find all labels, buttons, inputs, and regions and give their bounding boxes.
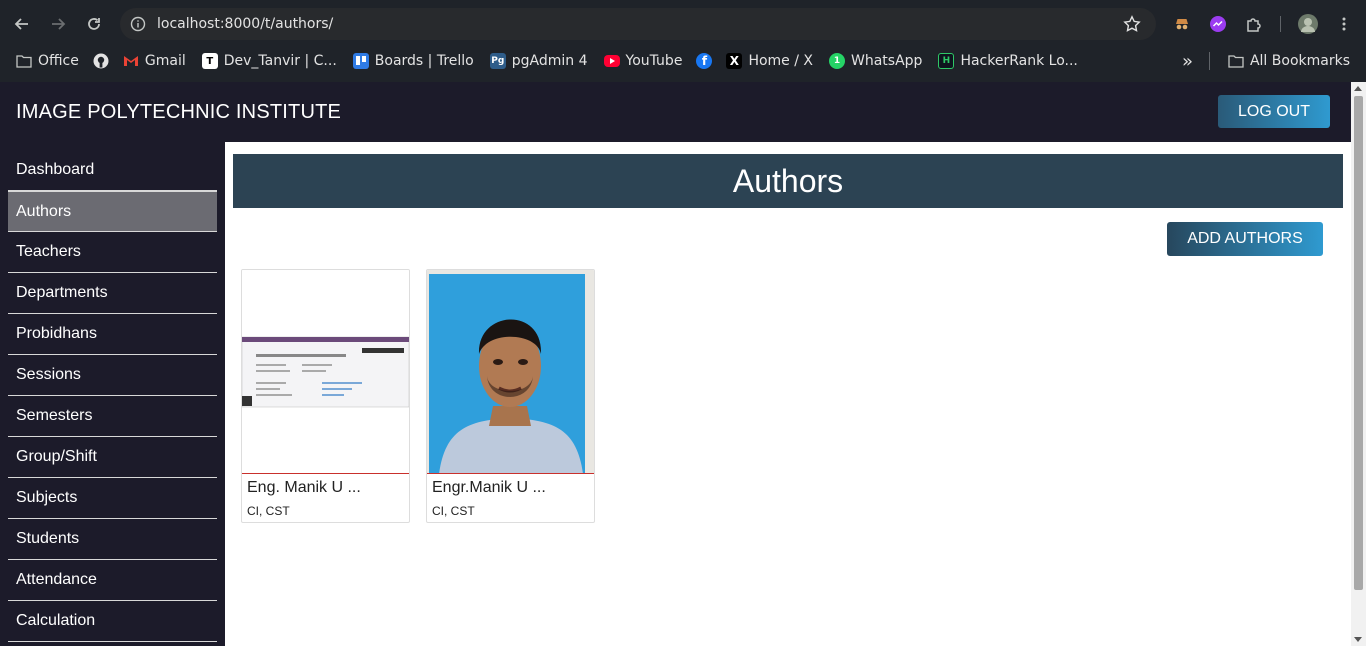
scrollbar-thumb[interactable]: [1354, 96, 1363, 590]
sidebar-item-attendance[interactable]: Attendance: [8, 560, 217, 601]
folder-icon: [16, 53, 32, 69]
main-content: Authors ADD AUTHORS Eng. Manik U ... CI,…: [225, 142, 1351, 646]
brand-title: IMAGE POLYTECHNIC INSTITUTE: [16, 100, 342, 123]
bookmark-x[interactable]: X Home / X: [718, 47, 821, 75]
sidebar-item-authors[interactable]: Authors: [8, 191, 217, 232]
sidebar-item-semesters[interactable]: Semesters: [8, 396, 217, 437]
bookmark-office[interactable]: Office: [8, 47, 87, 75]
add-authors-button[interactable]: ADD AUTHORS: [1167, 222, 1323, 256]
sidebar-item-subjects[interactable]: Subjects: [8, 478, 217, 519]
back-arrow-icon: [14, 18, 28, 30]
facebook-icon: f: [696, 53, 713, 69]
profile-avatar-icon[interactable]: [1292, 8, 1324, 40]
messenger-extension-icon[interactable]: [1202, 8, 1234, 40]
youtube-icon: [603, 55, 620, 67]
author-name: Engr.Manik U ...: [432, 479, 546, 496]
browser-toolbar: localhost:8000/t/authors/: [0, 4, 1366, 44]
sidebar-item-students[interactable]: Students: [8, 519, 217, 560]
sidebar-item-sessions[interactable]: Sessions: [8, 355, 217, 396]
author-role: CI, CST: [432, 504, 475, 518]
bookmark-gmail[interactable]: Gmail: [115, 47, 194, 75]
browser-menu-icon[interactable]: [1328, 8, 1360, 40]
reload-icon: [88, 18, 100, 30]
author-card[interactable]: Eng. Manik U ... CI, CST: [241, 269, 410, 523]
bookmarks-bar: Office Gmail T Dev_Tanvir | C... Boards …: [0, 44, 1366, 78]
forward-button[interactable]: [40, 6, 76, 42]
author-photo-screenshot: [242, 270, 409, 474]
site-info-icon[interactable]: [128, 14, 148, 34]
bookmark-pgadmin[interactable]: Pg pgAdmin 4: [482, 47, 596, 75]
author-role: CI, CST: [247, 504, 290, 518]
dev-icon: T: [201, 53, 218, 69]
bookmark-youtube[interactable]: YouTube: [596, 47, 691, 75]
author-card[interactable]: Engr.Manik U ... CI, CST: [426, 269, 595, 523]
back-button[interactable]: [4, 6, 40, 42]
sidebar-item-calculation[interactable]: Calculation: [8, 601, 217, 642]
sidebar-item-group-shift[interactable]: Group/Shift: [8, 437, 217, 478]
author-photo-portrait: [427, 270, 594, 474]
gmail-icon: [123, 53, 139, 69]
bookmark-github[interactable]: [87, 47, 115, 75]
bookmark-trello[interactable]: Boards | Trello: [345, 47, 482, 75]
bookmark-whatsapp[interactable]: 1 WhatsApp: [821, 47, 930, 75]
more-bookmarks-button[interactable]: »: [1176, 47, 1199, 75]
address-bar[interactable]: localhost:8000/t/authors/: [120, 8, 1156, 40]
bookmark-facebook[interactable]: f: [690, 47, 718, 75]
sidebar-item-teachers[interactable]: Teachers: [8, 232, 217, 273]
all-bookmarks-button[interactable]: All Bookmarks: [1220, 47, 1358, 75]
bookmark-dev-tanvir[interactable]: T Dev_Tanvir | C...: [194, 47, 345, 75]
hackerrank-icon: H: [938, 53, 955, 69]
forward-arrow-icon: [52, 18, 66, 30]
bookmark-hackerrank[interactable]: H HackerRank Lo...: [930, 47, 1085, 75]
scroll-up-icon[interactable]: [1354, 86, 1362, 91]
sidebar-item-departments[interactable]: Departments: [8, 273, 217, 314]
reload-button[interactable]: [76, 6, 112, 42]
x-icon: X: [726, 53, 743, 69]
page-title: Authors: [233, 154, 1343, 208]
sidebar-item-dashboard[interactable]: Dashboard: [8, 150, 217, 191]
page-viewport: IMAGE POLYTECHNIC INSTITUTE LOG OUT Dash…: [0, 82, 1366, 646]
toolbar-divider: [1280, 16, 1281, 32]
app-header: IMAGE POLYTECHNIC INSTITUTE LOG OUT: [0, 82, 1351, 142]
github-icon: [93, 53, 109, 69]
page-scrollbar[interactable]: [1351, 82, 1366, 646]
whatsapp-icon: 1: [829, 53, 845, 69]
url-text: localhost:8000/t/authors/: [157, 16, 334, 32]
incognito-extension-icon[interactable]: [1166, 8, 1198, 40]
pgadmin-icon: Pg: [489, 53, 506, 69]
trello-icon: [352, 53, 369, 69]
bookmarks-right: » All Bookmarks: [1176, 47, 1358, 75]
scroll-down-icon[interactable]: [1354, 637, 1362, 642]
bookmarks-divider: [1208, 52, 1210, 70]
folder-icon: [1228, 53, 1244, 69]
author-name: Eng. Manik U ...: [247, 479, 361, 496]
sidebar-item-probidhans[interactable]: Probidhans: [8, 314, 217, 355]
bookmark-star-icon[interactable]: [1122, 14, 1142, 34]
sidebar: Dashboard Authors Teachers Departments P…: [0, 142, 225, 646]
extensions-puzzle-icon[interactable]: [1238, 8, 1270, 40]
logout-button[interactable]: LOG OUT: [1218, 95, 1330, 128]
